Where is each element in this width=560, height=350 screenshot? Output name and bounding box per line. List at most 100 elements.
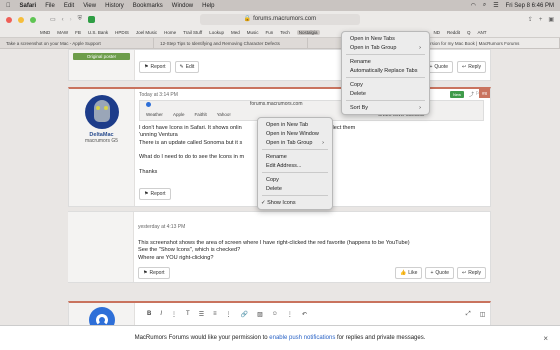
- post-number[interactable]: #8: [478, 89, 490, 98]
- fav-item[interactable]: Q: [467, 30, 471, 35]
- italic-icon[interactable]: I: [160, 311, 162, 318]
- fav-item-selected[interactable]: Nostalgia: [296, 30, 320, 35]
- flag-icon: ⚑: [144, 191, 149, 197]
- menu-item-copy[interactable]: Copy: [258, 175, 332, 184]
- preview-icon[interactable]: ◫: [480, 311, 486, 318]
- post-author-column: [68, 212, 134, 282]
- menu-edit[interactable]: Edit: [64, 3, 74, 9]
- link-icon[interactable]: 🔗: [241, 311, 248, 318]
- fav-item[interactable]: ANT: [478, 30, 487, 35]
- flag-icon: ⚑: [144, 64, 149, 70]
- report-button[interactable]: ⚑ Report: [139, 188, 171, 200]
- menu-item-show-icons[interactable]: ✓ Show Icons: [258, 198, 332, 207]
- apple-icon[interactable]: : [6, 3, 11, 9]
- quote-button[interactable]: + Quote: [425, 267, 454, 279]
- emoji-icon[interactable]: ☺: [272, 311, 278, 318]
- extension-icon[interactable]: [88, 16, 96, 23]
- embedded-fav-weather: Weather: [146, 112, 163, 117]
- menu-window[interactable]: Window: [172, 3, 193, 9]
- chevron-right-icon: ›: [419, 104, 421, 111]
- back-icon[interactable]: ‹: [62, 17, 64, 23]
- bold-icon[interactable]: B: [147, 311, 151, 318]
- search-icon[interactable]: ⌕: [483, 2, 486, 9]
- clock[interactable]: Fri Sep 8 6:46 PM: [506, 3, 554, 9]
- menu-separator: [262, 195, 328, 196]
- control-center-icon[interactable]: ☰: [493, 2, 498, 9]
- menu-item-rename[interactable]: Rename: [258, 152, 332, 161]
- fav-item[interactable]: MND: [40, 30, 50, 35]
- align-icon[interactable]: ≡: [213, 311, 217, 318]
- wifi-icon[interactable]: ◠: [471, 2, 476, 9]
- close-icon[interactable]: ×: [543, 334, 548, 343]
- menu-item-open-in-tab-group[interactable]: Open in Tab Group ›: [342, 43, 429, 52]
- menu-help[interactable]: Help: [202, 3, 214, 9]
- tab-apple-support[interactable]: Take a screenshot on your Mac - Apple Su…: [0, 38, 155, 48]
- enable-push-link[interactable]: enable push notifications: [269, 335, 335, 341]
- fav-item[interactable]: FB: [75, 30, 81, 35]
- fav-item[interactable]: Joel Music: [136, 30, 157, 35]
- menu-item-delete[interactable]: Delete: [342, 89, 429, 98]
- reply-button[interactable]: ↩ Reply: [457, 61, 486, 73]
- fav-item[interactable]: Tech: [280, 30, 290, 35]
- menu-item-open-in-new-window[interactable]: Open in New Window: [258, 129, 332, 138]
- fav-item[interactable]: Fun: [265, 30, 273, 35]
- fav-item[interactable]: Lookup: [209, 30, 224, 35]
- menu-item-sort-by[interactable]: Sort By ›: [342, 103, 429, 112]
- report-button[interactable]: ⚑ Report: [139, 61, 171, 73]
- post-date[interactable]: yesterday at 4:13 PM: [138, 224, 185, 230]
- fav-item[interactable]: Music: [247, 30, 259, 35]
- insert-icon[interactable]: ⋮: [287, 311, 293, 318]
- fav-item[interactable]: MAW: [57, 30, 68, 35]
- fav-item[interactable]: Med: [231, 30, 240, 35]
- menu-history[interactable]: History: [105, 3, 124, 9]
- close-window-icon[interactable]: [6, 16, 12, 23]
- menu-item-open-in-new-tabs[interactable]: Open in New Tabs: [342, 34, 429, 43]
- fav-item[interactable]: HPDIS: [115, 30, 129, 35]
- menu-item-delete[interactable]: Delete: [258, 184, 332, 193]
- new-tab-icon[interactable]: +: [539, 17, 543, 23]
- edit-button[interactable]: ✎ Edit: [174, 61, 200, 73]
- report-button[interactable]: ⚑ Report: [138, 267, 170, 279]
- forward-icon[interactable]: ›: [70, 17, 72, 23]
- fav-item[interactable]: Trail Stuff: [183, 30, 202, 35]
- lock-icon: 🔒: [243, 16, 252, 22]
- list-icon[interactable]: ☰: [199, 311, 204, 318]
- menu-separator: [346, 77, 425, 78]
- menu-app[interactable]: Safari: [20, 3, 37, 9]
- push-notification-notice: MacRumors Forums would like your permiss…: [0, 325, 560, 350]
- more-text-icon[interactable]: ⋮: [171, 311, 177, 318]
- reply-button[interactable]: ↩ Reply: [457, 267, 486, 279]
- menu-item-open-in-new-tab[interactable]: Open in New Tab: [258, 120, 332, 129]
- undo-icon[interactable]: ↶: [302, 311, 307, 318]
- menu-item-edit-address[interactable]: Edit Address...: [258, 161, 332, 170]
- shield-icon[interactable]: ⛨: [78, 16, 83, 23]
- tab-character-defects[interactable]: 12-Step Tips to Identifying and Removing…: [154, 38, 309, 48]
- menu-item-auto-replace-tabs[interactable]: Automatically Replace Tabs: [342, 66, 429, 75]
- share-icon[interactable]: ⤴: [469, 91, 474, 98]
- fav-item[interactable]: U.S. Bank: [88, 30, 108, 35]
- fav-item[interactable]: ND: [433, 30, 440, 35]
- image-icon[interactable]: ▨: [257, 311, 263, 318]
- menu-bookmarks[interactable]: Bookmarks: [133, 3, 163, 9]
- menu-file[interactable]: File: [45, 3, 55, 9]
- share-icon[interactable]: ⇪: [528, 16, 533, 23]
- menu-item-copy[interactable]: Copy: [342, 80, 429, 89]
- tab-overview-icon[interactable]: ▣: [548, 16, 554, 23]
- expand-icon[interactable]: ⤢: [466, 311, 471, 318]
- menu-item-open-in-tab-group[interactable]: Open in Tab Group ›: [258, 138, 332, 147]
- menu-item-rename[interactable]: Rename: [342, 57, 429, 66]
- flag-icon: ⚑: [143, 270, 148, 276]
- avatar[interactable]: [84, 95, 119, 129]
- address-bar[interactable]: 🔒 forums.macrumors.com: [200, 14, 360, 25]
- post-date[interactable]: Today at 3:14 PM: [139, 92, 178, 98]
- fav-item[interactable]: Home: [164, 30, 176, 35]
- zoom-window-icon[interactable]: [30, 16, 36, 23]
- like-button[interactable]: 👍 Like: [395, 267, 423, 279]
- text-size-icon[interactable]: T: [186, 311, 190, 318]
- menu-separator: [262, 149, 328, 150]
- menu-view[interactable]: View: [83, 3, 96, 9]
- more-icon[interactable]: ⋮: [226, 311, 232, 318]
- fav-item[interactable]: Reddit: [447, 30, 460, 35]
- sidebar-icon[interactable]: ▭: [50, 16, 56, 23]
- minimize-window-icon[interactable]: [18, 16, 24, 23]
